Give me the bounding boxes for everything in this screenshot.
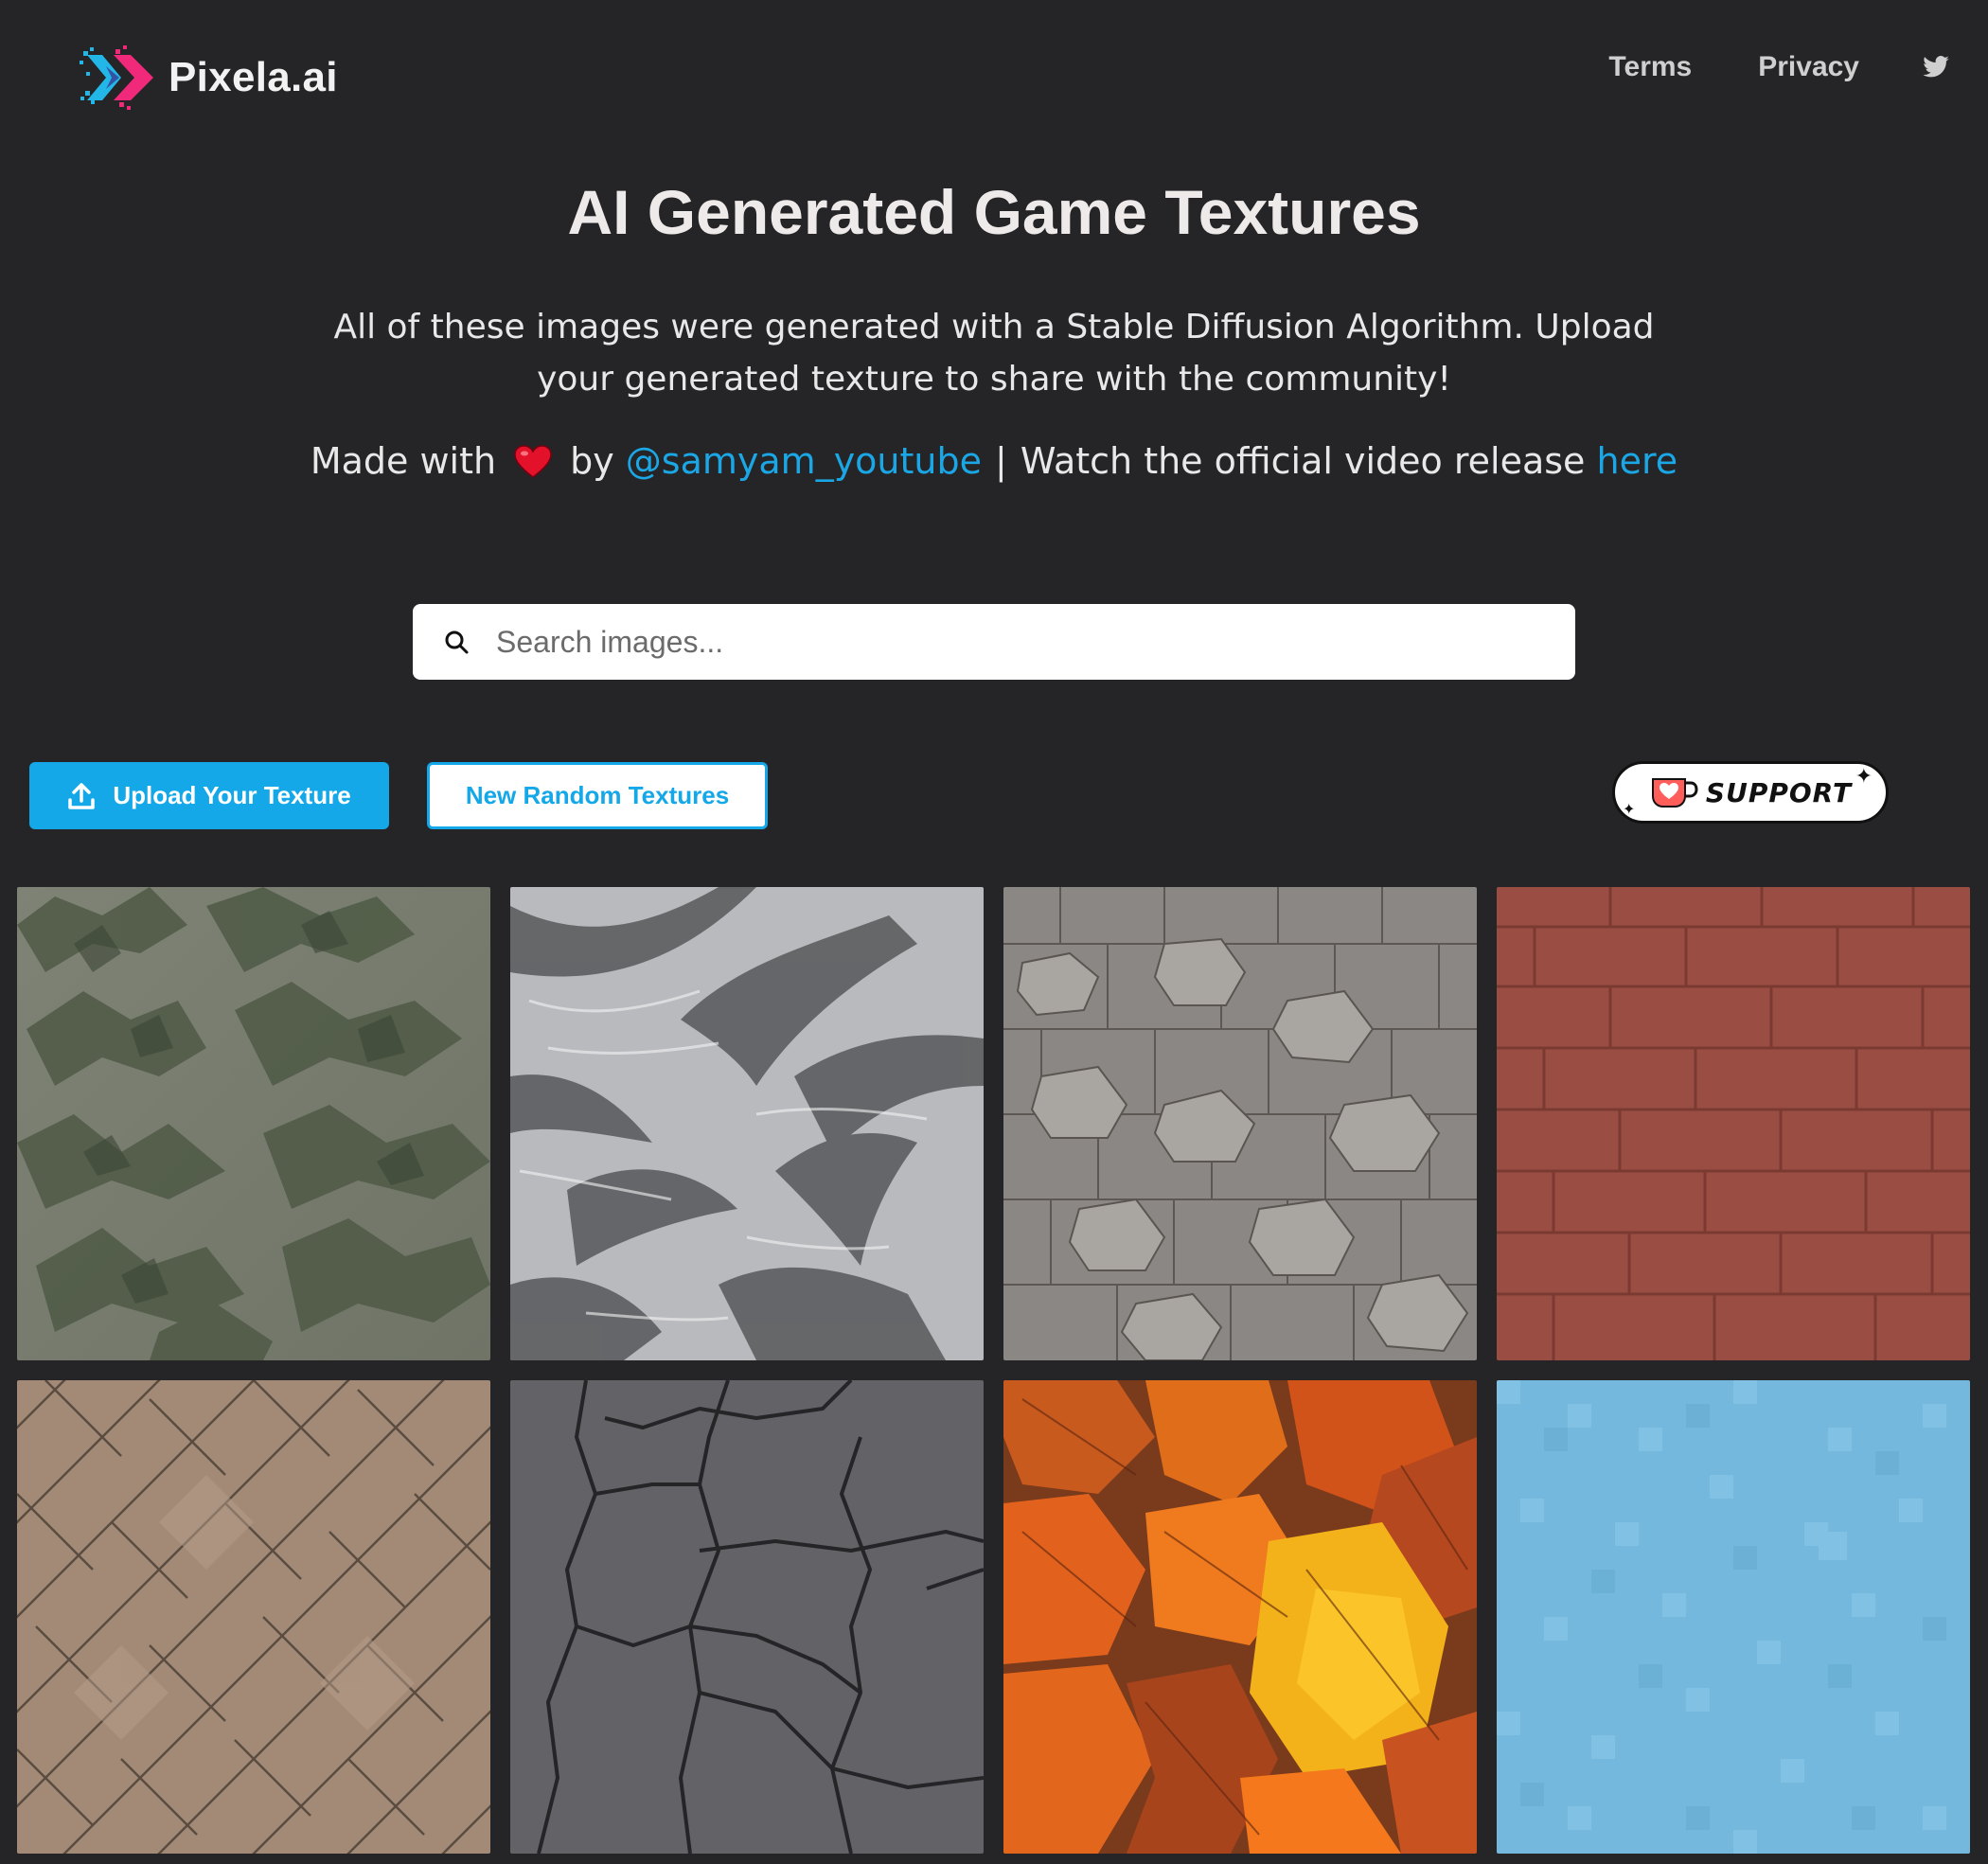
brand-name: Pixela.ai [169,54,338,100]
nav-terms-link[interactable]: Terms [1608,51,1692,83]
brand-logo[interactable]: Pixela.ai [78,44,338,112]
credits-line: Made with by @samyam_youtube | Watch the of… [0,440,1988,482]
texture-tile[interactable] [17,887,490,1360]
texture-image-stone-cobble-wall [1003,887,1477,1360]
texture-image-mountain-terrain [17,887,490,1360]
texture-tile[interactable] [17,1380,490,1854]
top-nav: Terms Privacy [1608,51,1950,83]
ko-fi-cup-icon [1651,778,1698,808]
upload-texture-label: Upload Your Texture [113,781,351,809]
twitter-icon [1923,56,1949,78]
page: Pixela.ai Terms Privacy AI Generated Gam… [0,0,1988,1864]
upload-texture-button[interactable]: Upload Your Texture [29,762,389,829]
texture-image-red-brick-wall [1497,887,1970,1360]
page-title: AI Generated Game Textures [567,177,1421,247]
texture-image-grey-fur-waves [510,887,984,1360]
twitter-link[interactable] [1922,53,1950,81]
texture-image-blue-pixel-tiles [1497,1380,1970,1854]
heart-icon [514,445,552,478]
texture-tile[interactable] [510,887,984,1360]
search-icon [445,630,469,654]
separator: | [995,440,1007,482]
page-description: All of these images were generated with … [333,308,1655,399]
texture-tile[interactable] [1497,1380,1970,1854]
texture-image-tan-diagonal-tiles [17,1380,490,1854]
new-random-textures-label: New Random Textures [465,781,730,809]
support-button[interactable]: SUPPORT ✦ ✦ [1612,761,1889,824]
video-text: Watch the official video release [1020,440,1586,482]
search-bar[interactable] [413,604,1575,680]
search-input[interactable] [496,624,1537,660]
texture-image-autumn-leaves [1003,1380,1477,1854]
support-label: SUPPORT [1705,776,1853,808]
texture-grid [17,887,1971,1854]
sparkle-icon: ✦ [1623,802,1636,818]
nav-privacy-link[interactable]: Privacy [1758,51,1859,83]
texture-image-cracked-dark-stone [510,1380,984,1854]
upload-icon [68,782,96,809]
texture-tile[interactable] [510,1380,984,1854]
texture-tile[interactable] [1003,887,1477,1360]
pixela-logo-icon [80,45,153,110]
made-with-text: Made with [310,440,497,482]
texture-tile[interactable] [1003,1380,1477,1854]
new-random-textures-button[interactable]: New Random Textures [427,762,768,829]
sparkle-icon: ✦ [1855,764,1873,788]
by-text: by [570,440,614,482]
author-link[interactable]: @samyam_youtube [626,440,982,482]
video-link[interactable]: here [1597,440,1678,482]
texture-tile[interactable] [1497,887,1970,1360]
